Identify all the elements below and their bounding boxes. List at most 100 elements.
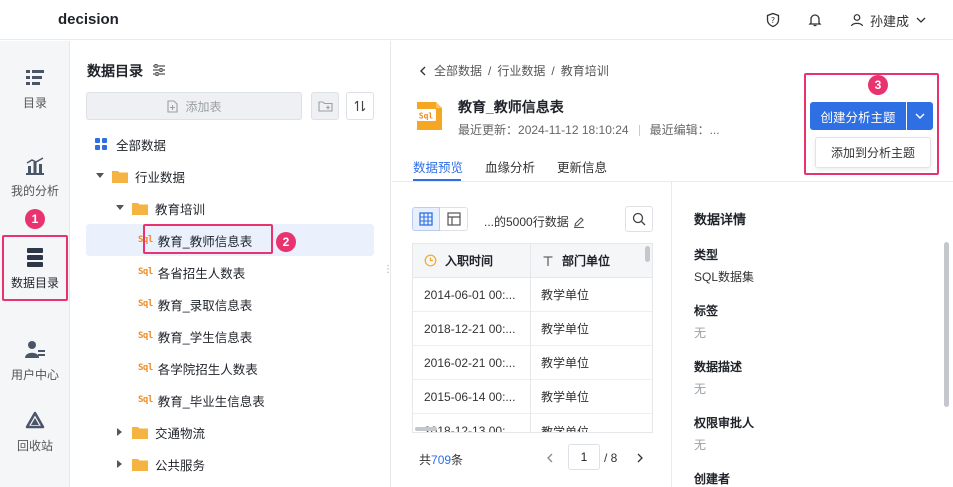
- last-update-label: 最近更新：: [458, 123, 519, 137]
- add-table-label: 添加表: [185, 99, 222, 114]
- add-to-analysis-topic-menu-item[interactable]: 添加到分析主题: [815, 137, 931, 168]
- dataset-meta: 最近更新：2024-11-12 18:10:24 最近编辑：...: [458, 121, 720, 138]
- prev-page-button[interactable]: [542, 450, 558, 466]
- breadcrumb-item[interactable]: 教育培训: [561, 62, 609, 79]
- recycle-icon: [25, 411, 45, 428]
- tree-item-label: 教育_教师信息表: [157, 234, 253, 249]
- tab-lineage-analysis[interactable]: 血缘分析: [485, 157, 535, 176]
- tree-item-industry-data[interactable]: 行业数据: [86, 160, 374, 192]
- column-label: 部门单位: [562, 254, 611, 268]
- nav-item-catalog[interactable]: 目录: [0, 56, 70, 122]
- tree-item-label: 教育_毕业生信息表: [157, 394, 265, 409]
- table-cell: 教学单位: [531, 346, 652, 380]
- sort-button[interactable]: [346, 92, 374, 120]
- detail-value-type: SQL数据集: [694, 270, 755, 284]
- user-menu[interactable]: 孙建成: [850, 10, 927, 30]
- preview-label-text: ...的5000行数据: [484, 215, 569, 229]
- breadcrumb-item[interactable]: 全部数据: [434, 62, 482, 79]
- catalog-tree-panel: 数据目录 添加表 全部数据 行业数据 教育培训 Sql 教育_教师信息表 Sql…: [70, 41, 393, 487]
- sql-icon: Sql: [138, 363, 153, 373]
- tree-item-graduate-info[interactable]: Sql 教育_毕业生信息表: [86, 384, 374, 416]
- left-nav: 目录 我的分析 数据目录 用户中心 回收站: [0, 41, 70, 487]
- tree-item-province-enrollment[interactable]: Sql 各省招生人数表: [86, 256, 374, 288]
- total-number: 709: [431, 453, 452, 467]
- caret-down-icon[interactable]: [112, 205, 128, 211]
- tree-item-label: 各省招生人数表: [157, 266, 246, 281]
- tree-item-transport[interactable]: 交通物流: [86, 416, 374, 448]
- tab-data-preview[interactable]: 数据预览: [413, 157, 463, 176]
- nav-item-my-analysis[interactable]: 我的分析: [0, 144, 70, 210]
- caret-right-icon[interactable]: [112, 460, 128, 468]
- detail-label-creator: 创建者: [694, 472, 731, 486]
- top-bar: decision ? 孙建成: [0, 0, 953, 40]
- caret-down-icon[interactable]: [92, 173, 108, 179]
- bell-icon[interactable]: [805, 10, 825, 30]
- user-icon: [850, 14, 864, 27]
- back-chevron-icon[interactable]: [418, 66, 428, 76]
- details-title: 数据详情: [694, 212, 747, 227]
- shield-help-icon[interactable]: ?: [763, 10, 783, 30]
- layout-icon: [446, 212, 461, 226]
- data-preview-table: 入职时间 部门单位 2014-06-01 00:... 教学单位 2018-12…: [412, 243, 653, 433]
- table-cell: 教学单位: [531, 312, 652, 346]
- breadcrumb-item[interactable]: 行业数据: [497, 62, 545, 79]
- step-marker-3: 3: [868, 75, 888, 95]
- folder-icon: [132, 458, 148, 471]
- clock-icon: [424, 254, 437, 267]
- list-icon: [26, 69, 44, 85]
- sort-icon: [354, 100, 366, 112]
- sql-dataset-icon: Sql: [414, 100, 444, 130]
- tree-item-label: 教育_学生信息表: [157, 330, 253, 345]
- add-folder-button[interactable]: [311, 92, 339, 120]
- detail-value-approver: 无: [694, 438, 707, 452]
- filter-settings-icon[interactable]: [151, 62, 167, 78]
- create-dropdown-toggle[interactable]: [907, 102, 933, 130]
- tab-update-info[interactable]: 更新信息: [557, 157, 607, 176]
- add-file-icon: [167, 99, 179, 113]
- table-view-button[interactable]: [412, 207, 440, 231]
- tree-item-admission-info[interactable]: Sql 教育_录取信息表: [86, 288, 374, 320]
- card-view-button[interactable]: [440, 207, 468, 231]
- tree-item-college-enrollment[interactable]: Sql 各学院招生人数表: [86, 352, 374, 384]
- create-analysis-topic-button[interactable]: 创建分析主题: [810, 102, 906, 130]
- column-header-department[interactable]: 部门单位: [531, 244, 652, 278]
- nav-item-user-center[interactable]: 用户中心: [0, 328, 70, 394]
- horizontal-scrollbar[interactable]: [415, 427, 437, 431]
- page-number-input[interactable]: 1: [568, 444, 600, 470]
- caret-right-icon[interactable]: [112, 428, 128, 436]
- edit-icon[interactable]: [573, 216, 585, 228]
- tree-item-teacher-info[interactable]: Sql 教育_教师信息表: [86, 224, 374, 256]
- nav-item-data-catalog[interactable]: 数据目录: [2, 235, 68, 301]
- tree-item-label: 各学院招生人数表: [157, 362, 258, 377]
- tree-item-label: 教育培训: [155, 202, 206, 217]
- step-marker-2: 2: [276, 232, 296, 252]
- last-update-value: 2024-11-12 18:10:24: [518, 123, 629, 137]
- tree-item-education[interactable]: 教育培训: [86, 192, 374, 224]
- table-grid-icon: [419, 212, 433, 226]
- detail-label-type: 类型: [694, 248, 719, 262]
- search-icon: [632, 212, 646, 226]
- sql-icon: Sql: [138, 235, 153, 245]
- user-name: 孙建成: [870, 13, 910, 29]
- table-cell: 2014-06-01 00:...: [413, 278, 530, 312]
- column-divider: [530, 244, 531, 432]
- brand-logo: decision: [58, 11, 119, 28]
- tree-item-student-info[interactable]: Sql 教育_学生信息表: [86, 320, 374, 352]
- table-cell: 2018-12-21 00:...: [413, 312, 530, 346]
- folder-icon: [132, 202, 148, 215]
- next-page-button[interactable]: [632, 450, 648, 466]
- svg-text:?: ?: [771, 16, 775, 25]
- sql-icon: Sql: [138, 299, 153, 309]
- vertical-scrollbar[interactable]: [645, 246, 650, 262]
- tree-item-all-data[interactable]: 全部数据: [86, 128, 374, 160]
- step-marker-1: 1: [25, 209, 45, 229]
- details-scrollbar[interactable]: [944, 242, 949, 407]
- data-details-panel: 数据详情 类型 SQL数据集 标签 无 数据描述 无 权限审批人 无 创建者: [673, 182, 953, 487]
- column-header-hire-date[interactable]: 入职时间: [413, 244, 530, 278]
- nav-item-recycle[interactable]: 回收站: [0, 399, 70, 465]
- search-button[interactable]: [625, 206, 653, 232]
- tree-item-public-service[interactable]: 公共服务: [86, 448, 374, 480]
- add-table-button[interactable]: 添加表: [86, 92, 302, 120]
- user-center-icon: [25, 340, 45, 358]
- add-folder-icon: [317, 101, 333, 112]
